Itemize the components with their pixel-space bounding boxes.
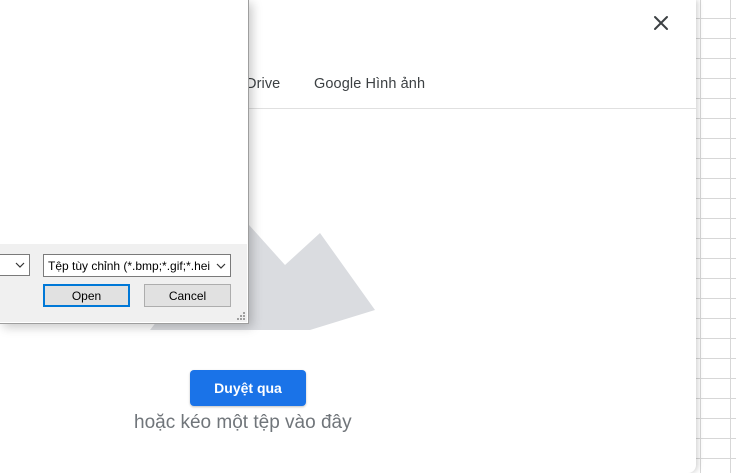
- tab-drive[interactable]: Drive: [246, 76, 280, 92]
- close-icon: [654, 16, 668, 30]
- tab-google-images[interactable]: Google Hình ảnh: [314, 76, 425, 92]
- spreadsheet-grid: [690, 0, 736, 473]
- file-open-dialog: Tệp tùy chỉnh (*.bmp;*.gif;*.hei Open Ca…: [0, 0, 249, 324]
- browse-button[interactable]: Duyệt qua: [190, 370, 306, 406]
- chevron-down-icon: [216, 263, 226, 269]
- close-button[interactable]: [648, 10, 674, 36]
- drag-drop-hint: hoặc kéo một tệp vào đây: [134, 412, 352, 433]
- filename-dropdown[interactable]: [0, 254, 30, 276]
- chevron-down-icon: [15, 262, 25, 268]
- resize-grip-icon[interactable]: [236, 311, 246, 321]
- file-type-filter-select[interactable]: Tệp tùy chỉnh (*.bmp;*.gif;*.hei: [43, 254, 231, 277]
- open-button[interactable]: Open: [43, 284, 130, 307]
- file-type-filter-value: Tệp tùy chỉnh (*.bmp;*.gif;*.hei: [48, 258, 211, 273]
- cancel-button[interactable]: Cancel: [144, 284, 231, 307]
